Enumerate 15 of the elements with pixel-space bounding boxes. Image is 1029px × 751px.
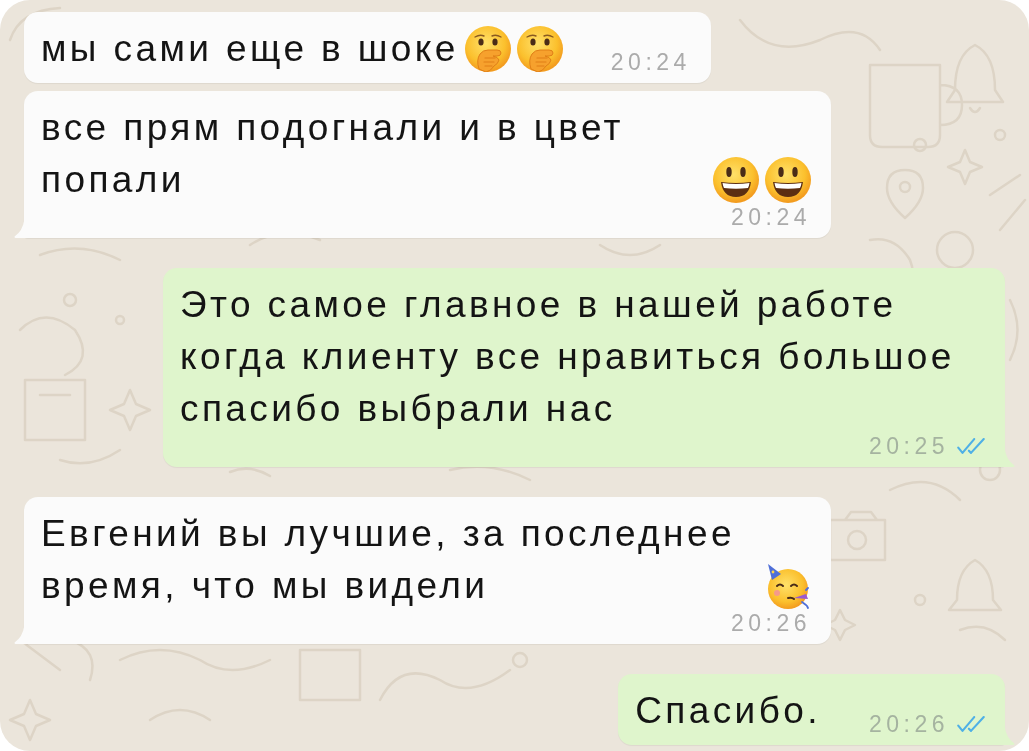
message-time: 20:24 <box>730 206 811 228</box>
grinning-face-icon <box>713 157 759 203</box>
message-text: все прям подогнали и в цвет попали <box>41 106 625 202</box>
message-time: 20:26 <box>730 612 811 634</box>
message-time: 20:24 <box>610 51 691 73</box>
message-text: Евгений вы лучшие, за последнее время, что мы видели <box>41 512 736 608</box>
message-time: 20:25 <box>868 435 949 457</box>
face-hand-over-mouth-icon <box>516 26 563 72</box>
message-text: Это самое главное в нашей работе когда клиенту все нравиться большое спасибо выбрали нас <box>180 283 956 431</box>
face-hand-over-mouth-icon <box>464 26 511 72</box>
message-text: мы сами еще в шоке <box>41 27 459 71</box>
message-time: 20:26 <box>868 713 949 735</box>
grinning-face-icon <box>765 157 811 203</box>
message-text: Спасибо. <box>635 689 821 733</box>
party-face-icon <box>765 563 811 609</box>
